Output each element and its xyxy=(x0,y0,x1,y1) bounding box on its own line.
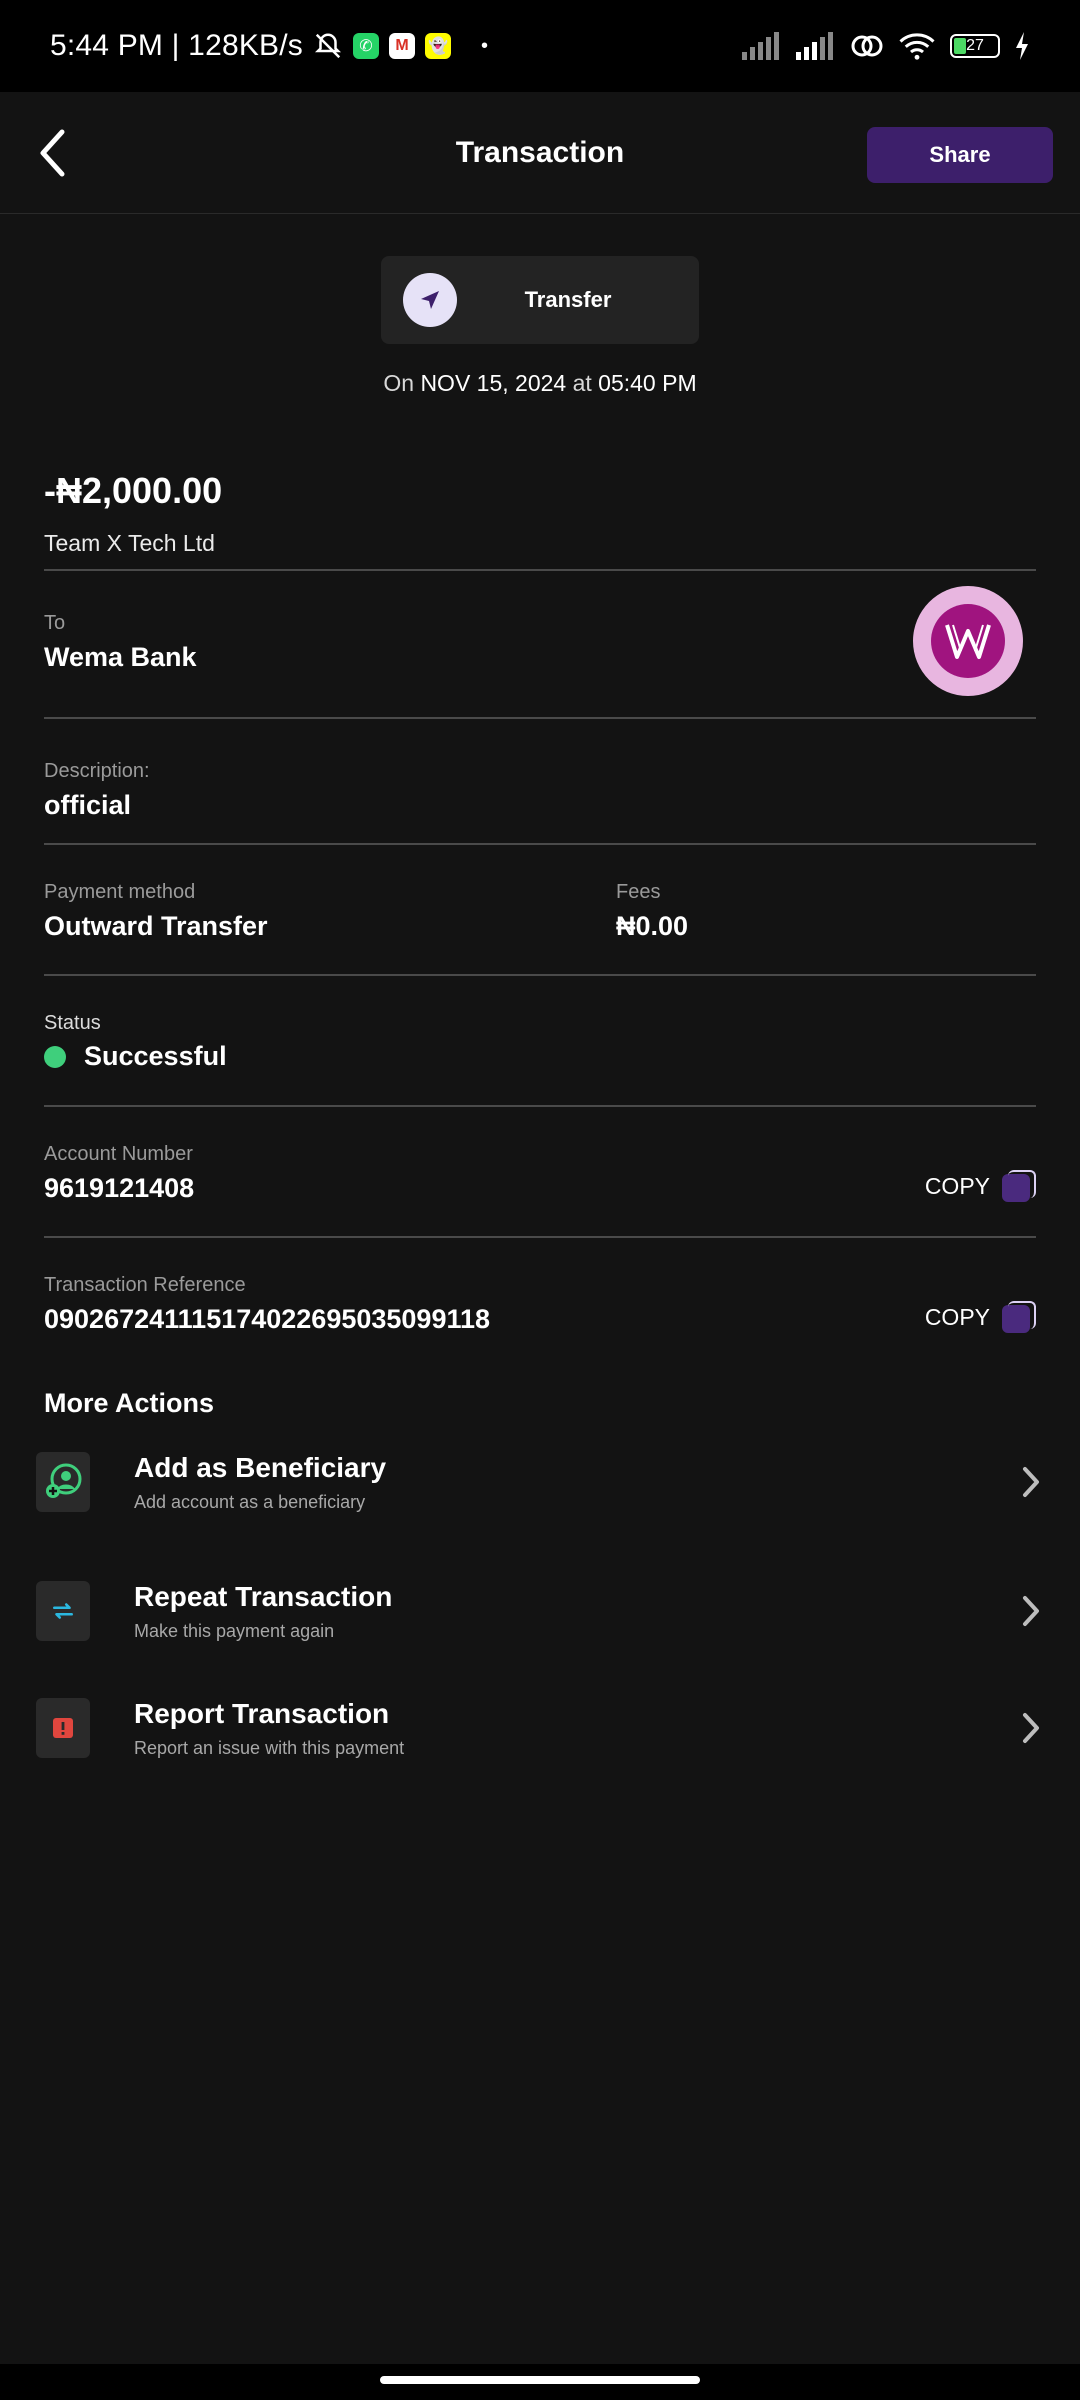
transfer-icon xyxy=(403,273,457,327)
action-subtitle: Report an issue with this payment xyxy=(134,1737,405,1758)
copy-icon xyxy=(1002,1301,1036,1333)
chevron-right-icon xyxy=(1016,1462,1046,1502)
reference-label: Transaction Reference xyxy=(44,1274,246,1296)
copy-icon xyxy=(1002,1170,1036,1202)
fees-label: Fees xyxy=(616,881,661,903)
battery-level: 27 xyxy=(966,37,984,54)
date-value: NOV 15, 2024 xyxy=(420,370,567,396)
date-prefix: On xyxy=(383,370,421,396)
status-time: 5:44 PM | 128KB/s xyxy=(50,29,303,62)
repeat-icon xyxy=(36,1581,90,1641)
transaction-type-chip: Transfer xyxy=(381,256,699,344)
chevron-right-icon xyxy=(1016,1708,1046,1748)
signal-icon xyxy=(742,32,779,60)
account-number-label: Account Number xyxy=(44,1143,193,1165)
divider xyxy=(44,717,1036,719)
copy-reference-button[interactable]: COPY xyxy=(925,1301,1036,1333)
to-label: To xyxy=(44,612,66,634)
add-beneficiary-action[interactable]: Add as Beneficiary Add account as a bene… xyxy=(36,1434,1046,1530)
description-value: official xyxy=(44,790,132,820)
copy-label: COPY xyxy=(924,1303,990,1330)
report-transaction-action[interactable]: Report Transaction Report an issue with … xyxy=(36,1680,1046,1776)
bank-logo xyxy=(913,586,1023,696)
transaction-amount: -₦2,000.00 xyxy=(44,470,223,511)
transaction-type-label: Transfer xyxy=(524,287,612,312)
fees-value: ₦0.00 xyxy=(616,911,689,941)
status-bar: 5:44 PM | 128KB/s ✆ M 👻 • 27 xyxy=(0,0,1080,92)
description-label: Description: xyxy=(44,760,150,782)
account-number-value: 9619121408 xyxy=(44,1173,195,1203)
divider xyxy=(44,1236,1036,1238)
date-mid: at xyxy=(566,370,599,396)
sender-name: Team X Tech Ltd xyxy=(44,530,215,556)
gmail-icon: M xyxy=(389,33,415,59)
to-value: Wema Bank xyxy=(44,642,197,672)
divider xyxy=(44,843,1036,845)
time-value: 05:40 PM xyxy=(598,370,697,396)
action-title: Add as Beneficiary xyxy=(134,1451,387,1483)
wema-logo-icon xyxy=(945,624,991,659)
action-title: Report Transaction xyxy=(134,1697,390,1729)
copy-account-number-button[interactable]: COPY xyxy=(925,1170,1036,1202)
add-user-icon xyxy=(36,1452,90,1512)
signal-icon xyxy=(796,32,833,60)
snapchat-icon: 👻 xyxy=(425,33,451,59)
whatsapp-icon: ✆ xyxy=(353,33,379,59)
more-actions-title: More Actions xyxy=(44,1388,215,1418)
payment-method-value: Outward Transfer xyxy=(44,911,268,941)
action-subtitle: Make this payment again xyxy=(134,1620,335,1641)
action-subtitle: Add account as a beneficiary xyxy=(134,1491,366,1512)
status-indicator xyxy=(44,1046,66,1068)
charging-icon xyxy=(1016,32,1028,60)
repeat-transaction-action[interactable]: Repeat Transaction Make this payment aga… xyxy=(36,1563,1046,1659)
bell-off-icon xyxy=(314,33,342,59)
alert-icon xyxy=(36,1698,90,1758)
battery-icon: 27 xyxy=(950,34,1000,58)
app-header: Transaction Share xyxy=(0,92,1080,214)
chevron-right-icon xyxy=(1016,1591,1046,1631)
share-button[interactable]: Share xyxy=(867,127,1053,183)
copy-label: COPY xyxy=(924,1172,990,1199)
wifi-icon xyxy=(899,33,935,60)
divider xyxy=(44,1105,1036,1107)
dot-icon: • xyxy=(481,34,489,57)
home-indicator[interactable] xyxy=(380,2376,700,2384)
reference-value: 090267241115174022695035099118 xyxy=(44,1304,491,1334)
link-icon xyxy=(851,35,883,57)
status-value: Successful xyxy=(84,1041,227,1071)
action-title: Repeat Transaction xyxy=(134,1580,393,1612)
divider xyxy=(44,974,1036,976)
status-label: Status xyxy=(44,1012,101,1034)
divider xyxy=(44,569,1036,571)
payment-method-label: Payment method xyxy=(44,881,196,903)
navigation-bar xyxy=(0,2364,1080,2400)
transaction-date: On NOV 15, 2024 at 05:40 PM xyxy=(0,370,1080,397)
